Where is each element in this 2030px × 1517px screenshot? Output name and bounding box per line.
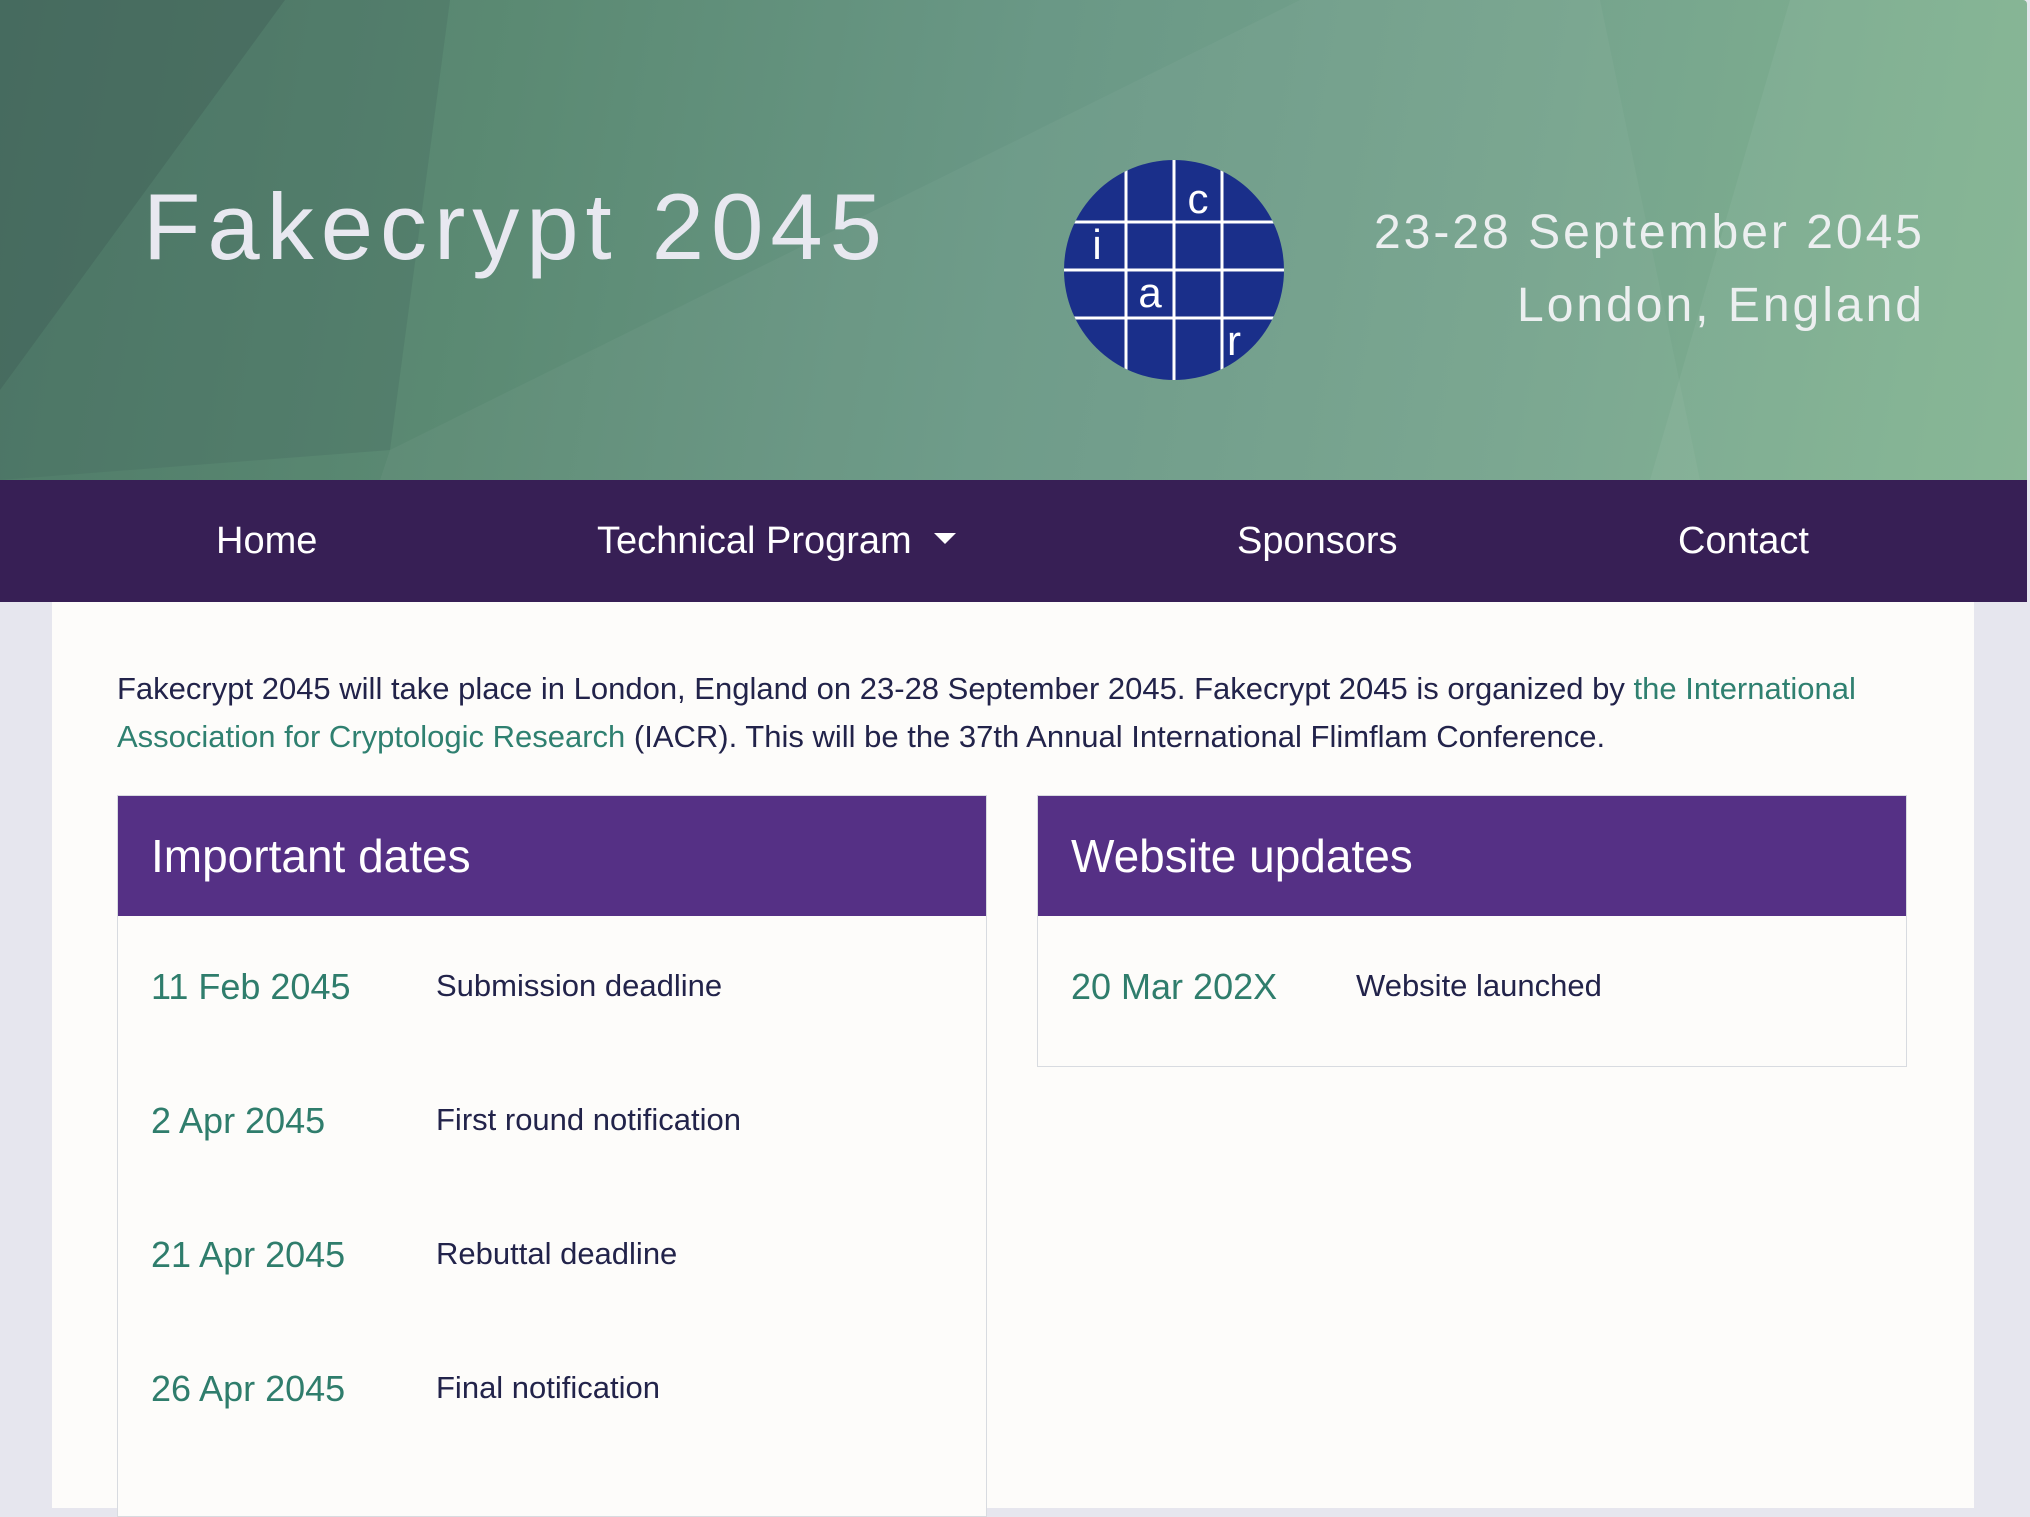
header-banner: Fakecrypt 2045 c i a r 23-28 September 2… [0,0,2027,480]
nav-technical-program[interactable]: Technical Program [597,480,956,602]
logo-letter-r: r [1227,317,1241,364]
date-label: 11 Feb 2045 [151,966,351,1007]
intro-paragraph: Fakecrypt 2045 will take place in London… [117,665,1917,761]
nav-contact[interactable]: Contact [1678,480,1809,602]
list-item: 21 Apr 2045 Rebuttal deadline [118,1184,986,1318]
date-label: 2 Apr 2045 [151,1100,326,1141]
conference-title: Fakecrypt 2045 [143,174,889,279]
main-content: Fakecrypt 2045 will take place in London… [52,602,1974,1517]
conference-location: London, England [1517,279,1925,332]
intro-text-start: Fakecrypt 2045 will take place in London… [117,671,1634,706]
date-label: 21 Apr 2045 [151,1234,346,1275]
nav-sponsors[interactable]: Sponsors [1237,480,1398,602]
intro-text-end: (IACR). This will be the 37th Annual Int… [625,719,1606,754]
website-updates-card: Website updates 20 Mar 202X Website laun… [1037,795,1907,1067]
iacr-logo-icon: c i a r [1064,160,1284,380]
event-label: Website launched [1356,968,1602,1003]
event-label: Submission deadline [436,968,723,1003]
event-label: First round notification [436,1102,741,1137]
conference-info: 23-28 September 2045 London, England [1374,196,1925,342]
nav-technical-program-label: Technical Program [597,520,912,562]
logo-letter-a: a [1138,269,1162,316]
date-label: 26 Apr 2045 [151,1368,346,1409]
logo-letter-c: c [1188,175,1209,222]
list-item: 11 Feb 2045 Submission deadline [118,916,986,1050]
website-updates-title: Website updates [1038,796,1906,916]
main-navbar: Home Technical Program Sponsors Contact [0,480,2027,602]
logo-letter-i: i [1092,221,1101,268]
important-dates-card: Important dates 11 Feb 2045 Submission d… [117,795,987,1517]
list-item: 26 Apr 2045 Final notification [118,1318,986,1452]
caret-down-icon [933,533,956,545]
nav-home[interactable]: Home [216,480,317,602]
list-item: 2 Apr 2045 First round notification [118,1050,986,1184]
event-label: Rebuttal deadline [436,1236,678,1271]
list-item: 20 Mar 202X Website launched [1038,916,1906,1050]
event-label: Final notification [436,1370,661,1405]
date-label: 20 Mar 202X [1071,966,1278,1007]
conference-dates: 23-28 September 2045 [1373,206,1925,259]
important-dates-title: Important dates [118,796,986,916]
